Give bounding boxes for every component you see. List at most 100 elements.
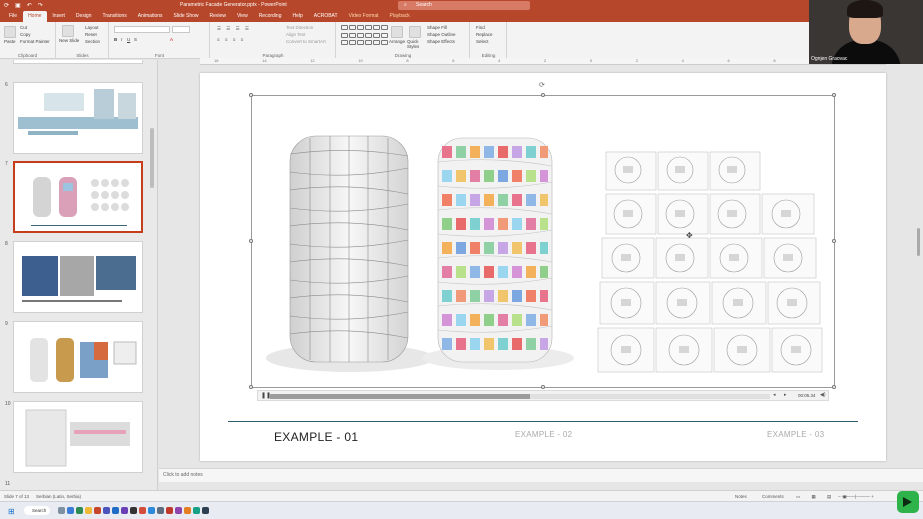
paste-icon[interactable] (4, 26, 16, 38)
quick-styles-icon[interactable] (409, 26, 421, 38)
green-app-icon[interactable] (897, 491, 919, 513)
bullets-icon[interactable]: ☰ ☰ ☰ ☰ (217, 26, 251, 32)
replace-button[interactable]: Replace (476, 32, 493, 37)
powerpoint-icon[interactable] (94, 507, 101, 514)
task-view-icon[interactable] (58, 507, 65, 514)
app-icon[interactable] (193, 507, 200, 514)
tab-transitions[interactable]: Transitions (98, 11, 133, 22)
tab-view[interactable]: View (232, 11, 254, 22)
resize-handle[interactable] (249, 93, 253, 97)
smartart-button[interactable]: Convert to SmartArt (286, 39, 326, 44)
select-button[interactable]: Select (476, 39, 489, 44)
thumbnail-scrollbar[interactable] (150, 128, 154, 188)
slide-thumbnail-9[interactable] (13, 321, 143, 393)
windows-start-icon[interactable]: ⊞ (8, 507, 15, 516)
new-slide-button[interactable]: New Slide (59, 38, 81, 43)
font-color-icon[interactable]: A (170, 37, 173, 42)
resize-handle[interactable] (249, 385, 253, 389)
quick-styles-button[interactable]: Quick Styles (407, 39, 421, 49)
bold-icon[interactable]: B (114, 37, 117, 42)
tab-video-format[interactable]: Video Format (344, 11, 385, 22)
thumbnail-partial[interactable] (13, 60, 143, 64)
resize-handle[interactable] (832, 93, 836, 97)
notes-pane[interactable]: Click to add notes (159, 468, 923, 482)
find-button[interactable]: Find (476, 25, 485, 30)
align-icon[interactable]: ≡ ≡ ≡ ≡ (217, 37, 245, 42)
tab-acrobat[interactable]: ACROBAT (309, 11, 344, 22)
layout-button[interactable]: Layout (85, 25, 99, 30)
slide-thumbnail-8[interactable] (13, 241, 143, 313)
taskbar-search[interactable]: Search (24, 506, 50, 515)
resize-handle[interactable] (541, 93, 545, 97)
shape-fill-button[interactable]: Shape Fill (427, 25, 447, 30)
strikethrough-icon[interactable]: S (134, 37, 137, 42)
notes-button[interactable]: Notes (735, 494, 747, 499)
resize-handle[interactable] (832, 239, 836, 243)
app-icon[interactable] (202, 507, 209, 514)
app-icon[interactable] (184, 507, 191, 514)
explorer-icon[interactable] (85, 507, 92, 514)
app-icon[interactable] (121, 507, 128, 514)
tab-playback[interactable]: Playback (385, 11, 416, 22)
tab-file[interactable]: File (4, 11, 23, 22)
autosave-icon[interactable]: ⟳ (4, 2, 9, 9)
app-icon[interactable] (175, 507, 182, 514)
terminal-icon[interactable] (130, 507, 137, 514)
rotate-handle-icon[interactable]: ⟳ (539, 81, 545, 89)
tab-slide-show[interactable]: Slide Show (169, 11, 205, 22)
excel-icon[interactable] (76, 507, 83, 514)
reset-button[interactable]: Reset (85, 32, 97, 37)
step-back-icon[interactable]: ◂ (773, 392, 776, 398)
redo-icon[interactable]: ↷ (38, 2, 43, 9)
font-size-select[interactable] (172, 26, 190, 33)
app-icon[interactable] (139, 507, 146, 514)
shape-effects-button[interactable]: Shape Effects (427, 39, 455, 44)
language-status[interactable]: Serbian (Latin, Serbia) (36, 494, 81, 499)
format-painter-button[interactable]: Format Painter (20, 39, 50, 44)
vscode-icon[interactable] (112, 507, 119, 514)
text-direction-button[interactable]: Text Direction (286, 25, 313, 30)
tab-insert[interactable]: Insert (47, 11, 71, 22)
step-forward-icon[interactable]: ▸ (784, 392, 787, 398)
tab-help[interactable]: Help (287, 11, 308, 22)
volume-icon[interactable]: ◀) (820, 392, 826, 398)
video-progress-bar[interactable] (270, 394, 770, 399)
section-button[interactable]: Section (85, 39, 100, 44)
arrange-icon[interactable] (391, 26, 403, 38)
zoom-slider-icon[interactable]: – ———|——— + (838, 494, 874, 499)
tab-recording[interactable]: Recording (254, 11, 288, 22)
slide-thumbnail-6[interactable] (13, 82, 143, 154)
resize-handle[interactable] (832, 385, 836, 389)
search-box[interactable]: ⌕ Search (398, 1, 530, 10)
edge-icon[interactable] (67, 507, 74, 514)
paste-button[interactable]: Paste (4, 39, 16, 44)
arrange-button[interactable]: Arrange (389, 39, 405, 44)
italic-icon[interactable]: I (121, 37, 122, 42)
tab-animations[interactable]: Animations (133, 11, 169, 22)
shape-outline-button[interactable]: Shape Outline (427, 32, 456, 37)
app-icon[interactable] (157, 507, 164, 514)
copy-button[interactable]: Copy (20, 32, 31, 37)
tab-review[interactable]: Review (205, 11, 232, 22)
font-family-select[interactable] (114, 26, 170, 33)
slide-thumbnail-7[interactable] (13, 161, 143, 233)
canvas-scrollbar[interactable] (917, 228, 920, 256)
tab-home[interactable]: Home (23, 11, 48, 22)
underline-icon[interactable]: U (127, 37, 130, 42)
new-slide-icon[interactable] (62, 25, 74, 37)
quick-access-toolbar: ⟳ ▣ ↶ ↷ (4, 2, 43, 9)
slide-thumbnail-10[interactable] (13, 401, 143, 473)
tab-design[interactable]: Design (71, 11, 98, 22)
app-icon[interactable] (148, 507, 155, 514)
cut-button[interactable]: Cut (20, 25, 27, 30)
app-icon[interactable] (166, 507, 173, 514)
save-icon[interactable]: ▣ (15, 2, 21, 9)
teams-icon[interactable] (103, 507, 110, 514)
thumbnail-10-preview (25, 409, 130, 467)
undo-icon[interactable]: ↶ (27, 2, 32, 9)
comments-button[interactable]: Comments (762, 494, 784, 499)
shapes-gallery[interactable] (341, 25, 388, 47)
resize-handle[interactable] (249, 239, 253, 243)
align-text-button[interactable]: Align Text (286, 32, 305, 37)
resize-handle[interactable] (541, 385, 545, 389)
